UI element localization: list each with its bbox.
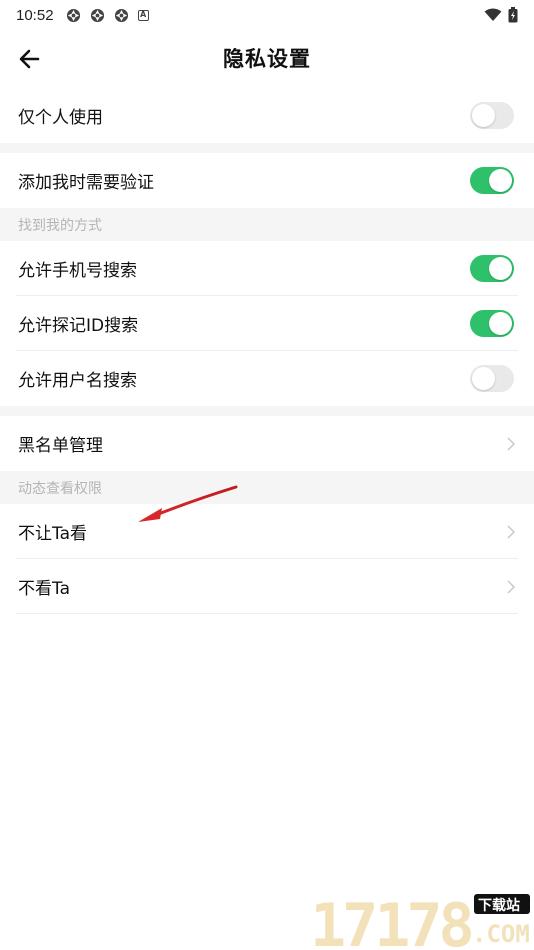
setting-id-search: 允许探记ID搜索 — [0, 296, 534, 351]
need-verify-toggle[interactable] — [470, 167, 514, 194]
app-notification-icon — [66, 8, 80, 22]
setting-label: 允许手机号搜索 — [18, 261, 137, 281]
setting-label: 不让Ta看 — [18, 524, 87, 544]
username-search-toggle[interactable] — [470, 365, 514, 392]
battery-charging-icon — [508, 7, 518, 23]
setting-need-verify: 添加我时需要验证 — [0, 153, 534, 208]
toggle-knob — [472, 367, 495, 390]
chevron-right-icon — [507, 525, 516, 539]
setting-only-personal: 仅个人使用 — [0, 88, 534, 143]
setting-label: 添加我时需要验证 — [18, 173, 154, 193]
back-arrow-icon[interactable] — [16, 45, 44, 73]
status-time: 10:52 — [16, 6, 54, 24]
app-notification-icon — [90, 8, 104, 22]
setting-label: 允许探记ID搜索 — [18, 316, 139, 336]
setting-label: 黑名单管理 — [18, 436, 103, 456]
svg-text:下载站: 下载站 — [478, 897, 520, 914]
chevron-right-icon — [507, 437, 516, 451]
only-personal-toggle[interactable] — [470, 102, 514, 129]
toggle-knob — [489, 169, 512, 192]
id-search-toggle[interactable] — [470, 310, 514, 337]
toggle-knob — [472, 104, 495, 127]
a-icon: A — [137, 9, 149, 21]
hide-from-row[interactable]: 不让Ta看 — [0, 504, 534, 559]
phone-search-toggle[interactable] — [470, 255, 514, 282]
app-notification-icon — [114, 8, 128, 22]
chevron-right-icon — [507, 580, 516, 594]
page-title: 隐私设置 — [223, 47, 311, 71]
annotation-arrow-icon — [138, 485, 238, 522]
wifi-icon — [484, 8, 502, 21]
toggle-knob — [489, 312, 512, 335]
setting-username-search: 允许用户名搜索 — [0, 351, 534, 406]
setting-label: 允许用户名搜索 — [18, 371, 137, 391]
settings-list: 仅个人使用 添加我时需要验证 找到我的方式 允许手机号搜索 允许探记ID搜索 允… — [0, 88, 534, 614]
section-header-find-me: 找到我的方式 — [0, 208, 534, 241]
app-header: 隐私设置 — [0, 30, 534, 86]
not-see-row[interactable]: 不看Ta — [0, 559, 534, 614]
svg-text:.COM: .COM — [472, 920, 530, 948]
group-spacer — [0, 406, 534, 416]
status-bar: 10:52 A — [0, 0, 534, 30]
blacklist-row[interactable]: 黑名单管理 — [0, 416, 534, 471]
svg-text:17178: 17178 — [310, 891, 471, 950]
setting-label: 不看Ta — [18, 579, 70, 599]
toggle-knob — [489, 257, 512, 280]
setting-phone-search: 允许手机号搜索 — [0, 241, 534, 296]
section-header-moments: 动态查看权限 — [0, 471, 534, 504]
setting-label: 仅个人使用 — [18, 108, 103, 128]
group-spacer — [0, 143, 534, 153]
site-watermark-logo: 17178 下载站 .COM — [310, 891, 530, 950]
